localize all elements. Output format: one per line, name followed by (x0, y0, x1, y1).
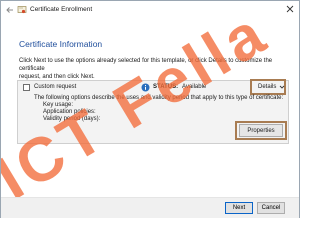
intro-text: Click Next to use the options already se… (19, 57, 289, 81)
certificate-enrollment-window: Certificate Enrollment Certificate Infor… (0, 0, 300, 218)
status-info-icon (141, 83, 150, 92)
footer-bar (1, 198, 299, 218)
status-value: Available (182, 84, 207, 90)
certificate-icon (17, 5, 27, 15)
close-icon[interactable] (283, 3, 297, 15)
chevron-down-icon[interactable] (279, 84, 285, 90)
request-description: The following options describe the uses … (34, 95, 284, 101)
application-policies-label: Application policies: (43, 109, 96, 115)
title-bar: Certificate Enrollment (1, 1, 299, 20)
details-link[interactable]: Details (258, 84, 276, 90)
status-label: STATUS: (153, 84, 179, 90)
custom-request-checkbox[interactable] (23, 84, 30, 91)
cancel-button[interactable]: Cancel (257, 202, 285, 214)
properties-button[interactable]: Properties (239, 124, 283, 137)
window-title: Certificate Enrollment (30, 6, 93, 13)
back-arrow-icon[interactable] (5, 5, 15, 15)
next-button[interactable]: Next (225, 202, 253, 214)
key-usage-label: Key usage: (43, 102, 74, 108)
validity-period-label: Validity period (days): (43, 116, 101, 122)
intro-line-1: Click Next to use the options already se… (19, 58, 273, 72)
page-title: Certificate Information (19, 39, 103, 49)
custom-request-label: Custom request (34, 84, 77, 90)
